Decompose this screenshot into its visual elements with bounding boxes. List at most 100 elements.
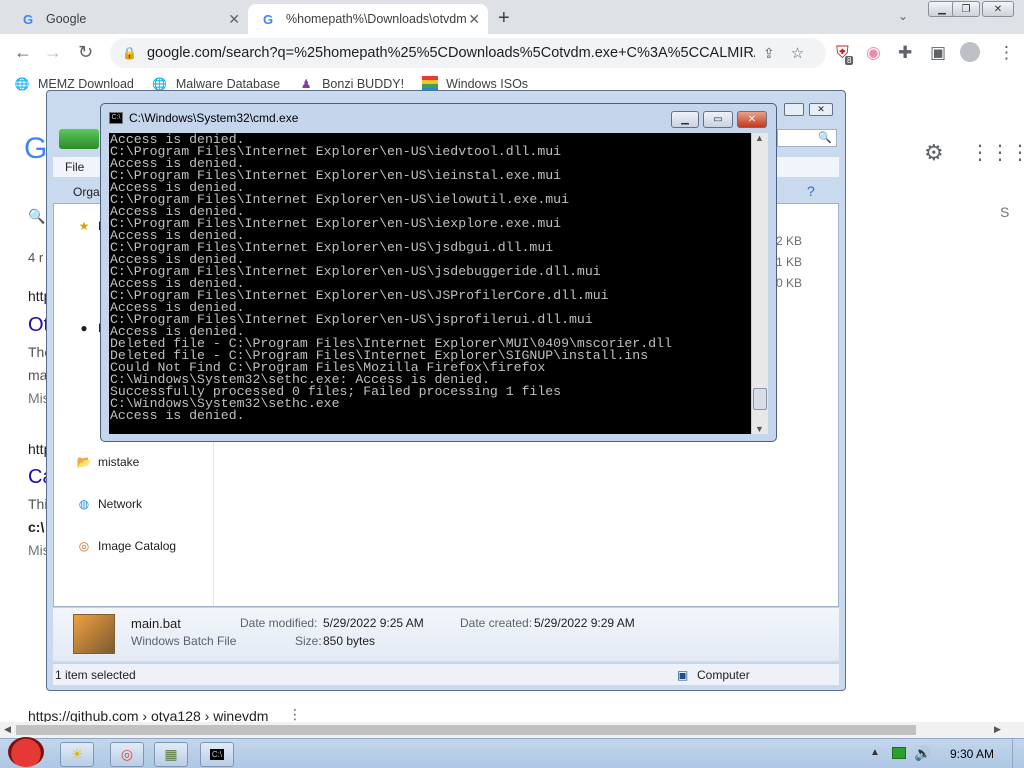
scroll-down-arrow-icon[interactable]: ▼ — [755, 424, 764, 434]
scroll-up-arrow-icon[interactable]: ▲ — [755, 133, 764, 143]
catalog-icon: ◎ — [78, 539, 90, 553]
scrollbar-thumb[interactable] — [16, 725, 916, 735]
date-created-label: Date created: — [460, 616, 533, 630]
file-size: 1 KB — [776, 255, 803, 269]
console-output[interactable]: Access is denied. C:\Program Files\Inter… — [109, 133, 751, 434]
sidepanel-icon[interactable]: ▣ — [930, 43, 946, 63]
size-value: 850 bytes — [323, 634, 376, 648]
console-scrollbar[interactable]: ▲ ▼ — [751, 133, 768, 434]
restore-button[interactable]: ❐ — [952, 1, 980, 17]
status-location: Computer — [697, 668, 750, 682]
clock[interactable]: 9:30 AM — [950, 747, 994, 761]
forward-arrow-icon[interactable]: → — [44, 42, 62, 63]
taskbar: ☀ ◎ ▦ C:\ ▲ 🔊 9:30 AM — [0, 737, 1024, 768]
explorer-search-box[interactable]: 🔍 — [777, 129, 837, 147]
details-file-name: main.bat — [131, 616, 181, 631]
explorer-maximize-button[interactable] — [784, 103, 804, 116]
tab-search-chevron-icon[interactable]: ⌄ — [898, 9, 908, 23]
status-selected: 1 item selected — [55, 668, 136, 682]
cmd-close-button[interactable]: ✕ — [737, 111, 767, 128]
volume-icon[interactable]: 🔊 — [914, 745, 931, 762]
file-size: 0 KB — [776, 276, 803, 290]
sun-icon: ☀ — [70, 746, 84, 762]
cmd-maximize-button[interactable]: ▭ — [703, 111, 733, 128]
tab-title: Google — [46, 12, 87, 26]
cmd-icon: C:\ — [209, 749, 225, 760]
search-icon[interactable]: 🔍 — [818, 131, 832, 144]
computer-icon: ▣ — [677, 668, 689, 682]
address-bar[interactable]: 🔒 google.com/search?q=%25homepath%25%5CD… — [110, 38, 826, 68]
cmd-window[interactable]: C:\ C:\Windows\System32\cmd.exe ▁ ▭ ✕ Ac… — [100, 103, 777, 442]
cmd-icon: C:\ — [109, 112, 123, 124]
close-icon[interactable]: ✕ — [468, 11, 480, 28]
browser-toolbar: ← → ↻ 🔒 google.com/search?q=%25homepath%… — [0, 34, 1024, 72]
nav-mistake[interactable]: 📂 mistake — [76, 454, 140, 470]
status-bar: 1 item selected ▣ Computer — [53, 663, 839, 685]
back-forward-icon[interactable] — [59, 129, 99, 149]
results-count: 4 r — [28, 250, 44, 265]
show-desktop-button[interactable] — [1012, 739, 1024, 768]
page-horizontal-scrollbar[interactable]: ◀ ▶ — [0, 722, 1024, 738]
profile-avatar-icon[interactable] — [960, 42, 980, 62]
pride-flag-extension-icon[interactable]: ◉ — [866, 43, 881, 63]
taskbar-sun-app[interactable]: ☀ — [60, 742, 94, 767]
globe-icon: 🌐 — [14, 77, 30, 91]
chrome-icon: ◎ — [120, 746, 134, 762]
puzzle-extensions-icon[interactable]: ✚ — [898, 43, 912, 63]
new-tab-button[interactable]: + — [498, 7, 510, 30]
nav-image-catalog[interactable]: ◎ Image Catalog — [76, 538, 176, 554]
kebab-icon[interactable]: ⋮ — [288, 706, 302, 723]
close-icon[interactable]: ✕ — [228, 11, 240, 28]
share-icon[interactable]: ⇪ — [763, 45, 775, 62]
taskbar-explorer[interactable]: ▦ — [154, 742, 188, 767]
tray-expand-icon[interactable]: ▲ — [870, 747, 880, 758]
gear-icon[interactable]: ⚙ — [924, 140, 944, 166]
tab-search[interactable]: G %homepath%\Downloads\otvdm ✕ — [248, 4, 488, 34]
extension-badge: 8 — [845, 56, 854, 65]
lock-icon[interactable]: 🔒 — [122, 46, 137, 60]
tools-fragment[interactable]: S — [1000, 204, 1009, 220]
date-modified-value: 5/29/2022 9:25 AM — [323, 616, 424, 630]
file-size: 2 KB — [776, 234, 803, 248]
result-snippet: c:\ — [28, 519, 45, 535]
battery-icon[interactable] — [892, 747, 906, 759]
details-pane: main.bat Windows Batch File Date modifie… — [53, 607, 839, 661]
taskbar-chrome[interactable]: ◎ — [110, 742, 144, 767]
tab-title: %homepath%\Downloads\otvdm — [286, 12, 467, 26]
menu-file[interactable]: File — [65, 160, 84, 174]
cmd-minimize-button[interactable]: ▁ — [671, 111, 699, 128]
tab-strip: G Google ✕ G %homepath%\Downloads\otvdm … — [0, 0, 1024, 34]
tab-google[interactable]: G Google ✕ — [8, 4, 248, 34]
back-arrow-icon[interactable]: ← — [14, 42, 32, 63]
bookmark-label: Windows ISOs — [446, 77, 529, 91]
explorer-close-button[interactable]: ✕ — [809, 103, 833, 116]
scroll-right-arrow-icon[interactable]: ▶ — [994, 724, 1001, 735]
console-text: Access is denied. C:\Program Files\Inter… — [110, 133, 672, 423]
cmd-titlebar[interactable]: C:\ C:\Windows\System32\cmd.exe — [109, 111, 298, 125]
help-icon[interactable]: ? — [807, 183, 815, 199]
result-snippet: ma — [28, 367, 48, 383]
nav-label: Network — [98, 497, 143, 511]
google-icon: G — [262, 11, 274, 27]
folder-icon: 📂 — [76, 455, 92, 469]
kebab-menu-icon[interactable]: ⋮ — [998, 43, 1015, 63]
star-icon[interactable]: ☆ — [791, 44, 804, 62]
google-logo[interactable]: G — [24, 132, 47, 166]
bookmark-label: Malware Database — [175, 77, 281, 91]
star-icon: ★ — [78, 219, 90, 233]
nav-label: mistake — [98, 455, 140, 469]
nav-network[interactable]: ◍ Network — [76, 496, 142, 512]
taskbar-cmd[interactable]: C:\ — [200, 742, 234, 767]
organize-button[interactable]: Orga — [73, 185, 100, 199]
bookmark-label: MEMZ Download — [38, 77, 134, 91]
scrollbar-thumb[interactable] — [753, 388, 767, 410]
libraries-icon: ● — [80, 321, 88, 335]
url-text[interactable]: google.com/search?q=%25homepath%25%5CDow… — [147, 45, 755, 61]
batch-file-icon — [73, 614, 115, 654]
start-button-angry-bird-icon[interactable] — [2, 731, 50, 768]
reload-icon[interactable]: ↻ — [78, 42, 93, 63]
search-icon[interactable]: 🔍 — [28, 208, 45, 225]
close-window-button[interactable]: ✕ — [982, 1, 1014, 17]
apps-grid-icon[interactable]: ⋮⋮⋮ — [970, 140, 1024, 165]
network-icon: ◍ — [78, 497, 90, 511]
